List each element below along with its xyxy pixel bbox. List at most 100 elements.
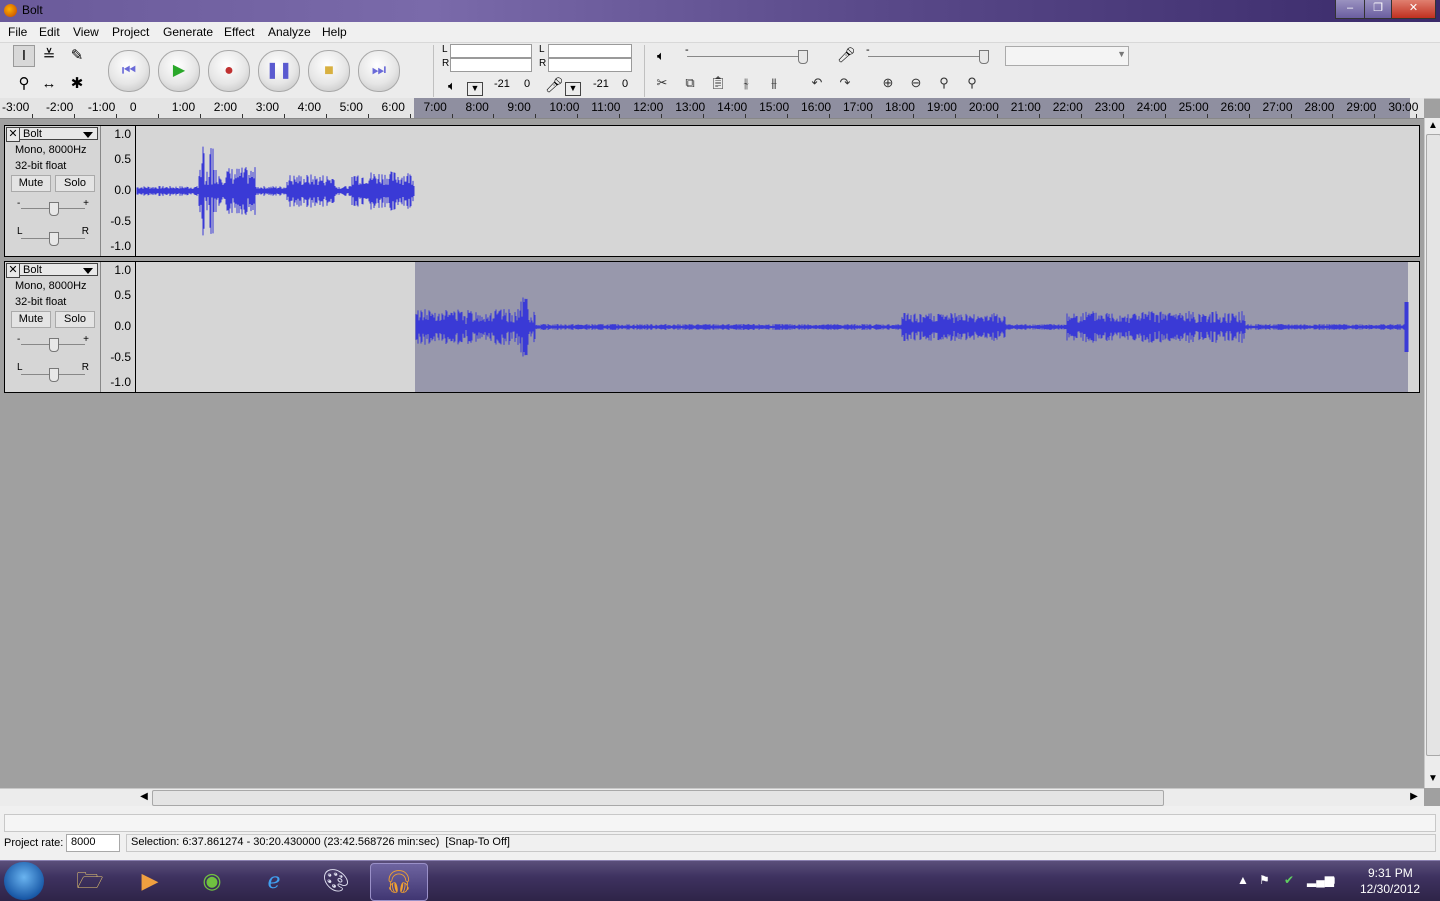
waveform-area[interactable] <box>136 126 1419 256</box>
envelope-tool-icon[interactable]: ≚ <box>38 45 60 67</box>
gain-thumb[interactable] <box>49 338 59 352</box>
zoom-in-icon[interactable]: ⊕ <box>877 72 899 94</box>
vertical-scroll-thumb[interactable] <box>1426 134 1440 756</box>
zoom-tool-icon[interactable]: ⚲ <box>13 73 35 95</box>
menu-generate[interactable]: Generate <box>163 25 213 39</box>
audio-track[interactable]: ✕ Bolt Mono, 8000Hz 32-bit float Mute So… <box>4 261 1420 393</box>
record-button[interactable]: ● <box>208 50 250 92</box>
output-volume-slider[interactable] <box>687 56 807 57</box>
internet-explorer-icon[interactable]: ℯ <box>246 863 302 899</box>
ruler-tick <box>535 114 537 118</box>
playback-meter-l-label: L <box>442 44 448 55</box>
menu-view[interactable]: View <box>73 25 99 39</box>
fit-project-icon[interactable]: ⚲ <box>961 72 983 94</box>
pan-thumb[interactable] <box>49 232 59 246</box>
mute-button[interactable]: Mute <box>11 175 51 192</box>
record-meter-dropdown[interactable]: ▼ <box>565 82 581 96</box>
track-name-menu[interactable]: Bolt <box>19 263 98 276</box>
stop-button[interactable]: ■ <box>308 50 350 92</box>
ruler-tick-label: 17:00 <box>843 100 874 114</box>
ruler-tick <box>1164 114 1166 118</box>
pan-slider[interactable]: LR <box>17 362 89 382</box>
ruler-tick <box>996 114 998 118</box>
scroll-left-icon[interactable]: ◀ <box>136 789 152 805</box>
scroll-down-icon[interactable]: ▼ <box>1425 771 1440 787</box>
project-rate-field[interactable]: 8000 <box>66 834 120 852</box>
ruler-tick <box>1080 114 1082 118</box>
copy-icon[interactable]: ⧉ <box>679 72 701 94</box>
selection-tool-icon[interactable]: I <box>13 45 35 67</box>
waveform-area[interactable] <box>136 262 1419 392</box>
menu-effect[interactable]: Effect <box>224 25 254 39</box>
volume-icon[interactable]: 🔈︎ <box>1331 873 1338 888</box>
menu-file[interactable]: File <box>8 25 27 39</box>
horizontal-scroll-thumb[interactable] <box>152 790 1164 806</box>
multi-tool-icon[interactable]: ✱ <box>66 73 88 95</box>
windows-media-center-icon[interactable]: ◉ <box>184 863 240 899</box>
skip-to-end-button[interactable]: ⏭ <box>358 50 400 92</box>
track-name-menu[interactable]: Bolt <box>19 127 98 140</box>
cut-icon[interactable]: ✂ <box>651 72 673 94</box>
pause-button[interactable]: ❚❚ <box>258 50 300 92</box>
pan-right-label: R <box>81 226 89 237</box>
gain-slider[interactable]: - + <box>17 198 89 216</box>
start-button[interactable] <box>4 862 44 900</box>
track-close-icon[interactable]: ✕ <box>6 127 20 142</box>
skip-to-start-button[interactable]: ⏮ <box>108 50 150 92</box>
gain-thumb[interactable] <box>49 202 59 216</box>
network-icon[interactable]: ▂▄▆ <box>1307 873 1334 887</box>
solo-button[interactable]: Solo <box>55 175 95 192</box>
trim-icon[interactable]: ⫳ <box>735 72 757 94</box>
menu-project[interactable]: Project <box>112 25 149 39</box>
paint-icon[interactable]: 🎨︎ <box>308 863 364 899</box>
mute-button[interactable]: Mute <box>11 311 51 328</box>
media-player-icon[interactable]: ▶ <box>122 863 178 899</box>
pan-slider[interactable]: LR <box>17 226 89 246</box>
input-source-select[interactable]: ▼ <box>1005 46 1129 66</box>
minimize-button[interactable]: – <box>1335 0 1365 19</box>
scale-label: -1.0 <box>110 239 131 253</box>
action-center-icon[interactable]: ⚑ <box>1259 873 1270 887</box>
clock-time[interactable]: 9:31 PM <box>1368 866 1413 880</box>
gain-slider[interactable]: - + <box>17 334 89 352</box>
vertical-scrollbar[interactable]: ▲ ▼ <box>1424 118 1440 788</box>
playback-meter-dropdown[interactable]: ▼ <box>467 82 483 96</box>
ruler-tick <box>157 114 159 118</box>
menu-edit[interactable]: Edit <box>39 25 60 39</box>
clock-date[interactable]: 12/30/2012 <box>1360 882 1420 896</box>
paste-icon[interactable]: 📋︎ <box>707 72 729 94</box>
redo-icon[interactable]: ↷ <box>834 72 856 94</box>
fit-selection-icon[interactable]: ⚲ <box>933 72 955 94</box>
pause-icon: ❚❚ <box>265 62 293 79</box>
security-icon[interactable]: ✔ <box>1284 873 1294 887</box>
play-button[interactable]: ▶ <box>158 50 200 92</box>
status-strip <box>4 814 1436 832</box>
track-bit-depth: 32-bit float <box>15 160 67 172</box>
timeline-ruler[interactable]: -3:00 -2:00 -1:00 0 1:00 2:00 3:00 4:00 5:00 6:00… <box>0 98 1424 119</box>
show-hidden-icons[interactable]: ▲ <box>1237 873 1249 887</box>
scale-label: 0.0 <box>114 319 131 333</box>
menu-help[interactable]: Help <box>322 25 347 39</box>
audio-track[interactable]: ✕ Bolt Mono, 8000Hz 32-bit float Mute So… <box>4 125 1420 257</box>
horizontal-scrollbar[interactable]: ◀ ▶ <box>0 788 1424 806</box>
solo-button[interactable]: Solo <box>55 311 95 328</box>
pan-thumb[interactable] <box>49 368 59 382</box>
scroll-up-icon[interactable]: ▲ <box>1425 118 1440 134</box>
chevron-down-icon <box>83 132 93 138</box>
zoom-out-icon[interactable]: ⊖ <box>905 72 927 94</box>
audacity-taskbar-icon[interactable]: 🎧︎ <box>370 863 428 901</box>
scroll-right-icon[interactable]: ▶ <box>1406 789 1422 805</box>
windows-explorer-icon[interactable]: 🗁︎ <box>62 863 118 899</box>
close-button[interactable]: ✕ <box>1391 0 1436 19</box>
ruler-tick <box>577 114 579 118</box>
maximize-button[interactable]: ❐ <box>1364 0 1392 19</box>
track-close-icon[interactable]: ✕ <box>6 263 20 278</box>
draw-tool-icon[interactable]: ✎ <box>66 45 88 67</box>
undo-icon[interactable]: ↶ <box>806 72 828 94</box>
output-volume-thumb[interactable] <box>798 50 808 64</box>
menu-analyze[interactable]: Analyze <box>268 25 311 39</box>
input-volume-thumb[interactable] <box>979 50 989 64</box>
timeshift-tool-icon[interactable]: ↔ <box>38 73 60 95</box>
silence-icon[interactable]: ⫵ <box>763 72 785 94</box>
input-volume-slider[interactable] <box>868 56 988 57</box>
